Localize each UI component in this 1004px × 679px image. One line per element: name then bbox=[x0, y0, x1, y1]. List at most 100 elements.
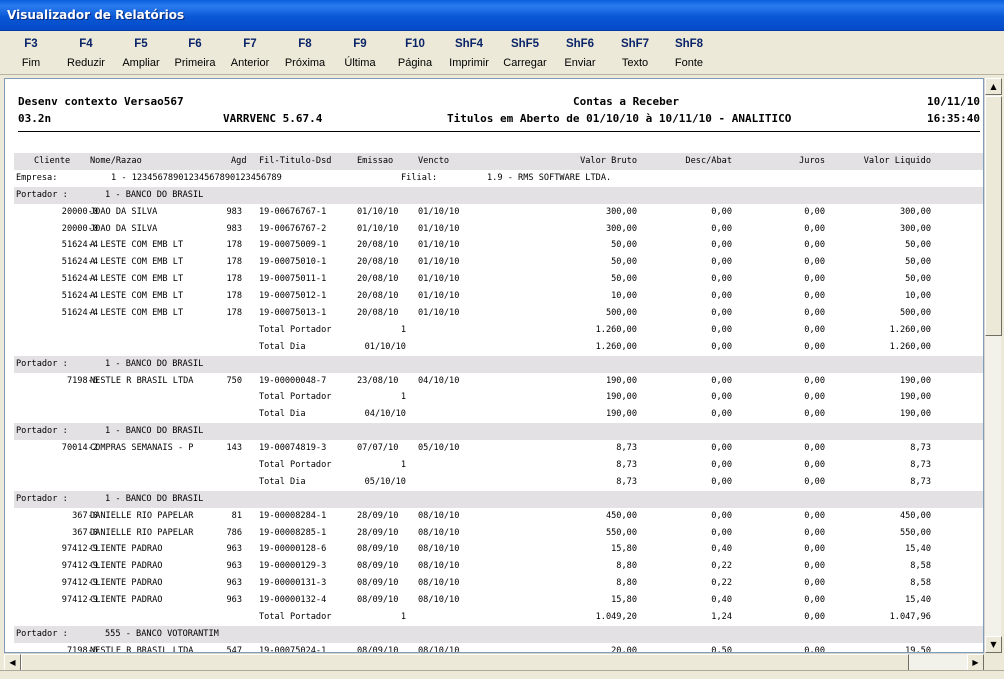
portador-group-row: Portador : 1 - BANCO DO BRASIL bbox=[14, 490, 983, 508]
report-time: 16:35:40 bbox=[927, 112, 980, 125]
table-row[interactable]: 51624-4 A LESTE COM EMB LT 178 19-00075010-… bbox=[14, 254, 983, 271]
scroll-down-button[interactable]: ▼ bbox=[985, 636, 1002, 653]
empresa-label: Empresa: bbox=[16, 172, 58, 183]
toolbar-button-enviar[interactable]: ShF6 Enviar bbox=[553, 37, 607, 71]
juros: 0,00 bbox=[804, 324, 825, 335]
toolbar-key: ShF6 bbox=[565, 38, 595, 50]
total-label: Total Portador bbox=[259, 460, 332, 471]
agd: 81 bbox=[231, 510, 242, 521]
toolbar-key: ShF7 bbox=[620, 38, 650, 50]
valor-liquido: 15,40 bbox=[905, 595, 931, 606]
emissao-date: 07/07/10 bbox=[357, 443, 399, 454]
table-row[interactable]: 97412-9 CLIENTE PADRAO 963 19-00000132-4 08/… bbox=[14, 592, 983, 609]
valor-liquido: 500,00 bbox=[899, 308, 931, 319]
table-row[interactable]: 20000-0 JOAO DA SILVA 983 19-00676767-2 01/1… bbox=[14, 221, 983, 238]
toolbar-button-ultima[interactable]: F9 Última bbox=[333, 37, 387, 71]
valor-liquido: 450,00 bbox=[899, 510, 931, 521]
table-row[interactable]: 97412-9 CLIENTE PADRAO 963 19-00000131-3 08/… bbox=[14, 575, 983, 592]
emissao-date: 28/09/10 bbox=[357, 527, 399, 538]
toolbar-button-proxima[interactable]: F8 Próxima bbox=[278, 37, 332, 71]
cliente-nome: COMPRAS SEMANAIS - P bbox=[90, 443, 194, 454]
portador-value: 1 - BANCO DO BRASIL bbox=[105, 426, 204, 437]
horizontal-scroll-thumb[interactable] bbox=[21, 654, 909, 671]
table-row[interactable]: 97412-9 CLIENTE PADRAO 963 19-00000128-6 08/… bbox=[14, 541, 983, 558]
total-row: Total Dia 04/10/10 190,00 0,00 0,00 190,00 bbox=[14, 406, 983, 423]
valor-bruto: 50,00 bbox=[611, 240, 637, 251]
report-viewport[interactable]: Desenv contexto Versao567 Contas a Receb… bbox=[4, 78, 984, 653]
toolbar-button-texto[interactable]: ShF7 Texto bbox=[608, 37, 662, 71]
col-desc: Desc/Abat bbox=[685, 156, 732, 166]
total-ref: 1 bbox=[400, 392, 406, 403]
table-row[interactable]: 70014-2 COMPRAS SEMANAIS - P 143 19-0007481… bbox=[14, 440, 983, 457]
emissao-date: 20/08/10 bbox=[357, 308, 399, 319]
cliente-nome: NESTLE R BRASIL LTDA bbox=[90, 645, 194, 653]
report-rows: Portador :1 - BANCO DO BRASIL 20000-0 JOAO… bbox=[14, 186, 983, 653]
juros: 0,00 bbox=[804, 561, 825, 572]
toolbar-button-imprimir[interactable]: ShF4 Imprimir bbox=[442, 37, 496, 71]
table-row[interactable]: 51624-4 A LESTE COM EMB LT 178 19-00075013-… bbox=[14, 305, 983, 322]
cliente-nome: DANIELLE RIO PAPELAR bbox=[90, 527, 194, 538]
valor-bruto: 10,00 bbox=[611, 291, 637, 302]
table-row[interactable]: 7198-6 NESTLE R BRASIL LTDA 750 19-00000048… bbox=[14, 373, 983, 390]
table-row[interactable]: 51624-4 A LESTE COM EMB LT 178 19-00075011-… bbox=[14, 271, 983, 288]
total-label: Total Portador bbox=[259, 324, 332, 335]
total-row: Total Portador 1 1.049,20 1,24 0,00 1.047,96 bbox=[14, 609, 983, 626]
table-row[interactable]: 367-0 DANIELLE RIO PAPELAR 786 19-00008285-… bbox=[14, 525, 983, 542]
toolbar-key: F10 bbox=[405, 38, 425, 50]
toolbar-button-ampliar[interactable]: F5 Ampliar bbox=[114, 37, 168, 71]
titulo: 19-00075012-1 bbox=[259, 291, 327, 302]
table-row[interactable]: 7198-6 NESTLE R BRASIL LTDA 547 19-00075024… bbox=[14, 643, 983, 653]
table-row[interactable]: 51624-4 A LESTE COM EMB LT 178 19-00075012-… bbox=[14, 288, 983, 305]
toolbar-key: ShF8 bbox=[674, 38, 704, 50]
col-emissao: Emissao bbox=[357, 156, 394, 166]
toolbar-label: Enviar bbox=[564, 57, 596, 69]
titulo: 19-00008285-1 bbox=[259, 527, 327, 538]
portador-label: Portador : bbox=[16, 189, 68, 200]
total-row: Total Portador 1 190,00 0,00 0,00 190,00 bbox=[14, 389, 983, 406]
table-row[interactable]: 97412-9 CLIENTE PADRAO 963 19-00000129-3 08/… bbox=[14, 558, 983, 575]
valor-liquido: 19,50 bbox=[905, 645, 931, 653]
vertical-scrollbar[interactable]: ▲ ▼ bbox=[984, 78, 1002, 653]
cliente-nome: A LESTE COM EMB LT bbox=[90, 240, 184, 251]
desc-abat: 0,40 bbox=[711, 544, 732, 555]
scroll-left-button[interactable]: ◀ bbox=[4, 654, 21, 671]
table-row[interactable]: 51624-4 A LESTE COM EMB LT 178 19-00075009-… bbox=[14, 237, 983, 254]
agd: 178 bbox=[226, 308, 242, 319]
valor-liquido: 1.047,96 bbox=[889, 612, 931, 623]
scroll-right-button[interactable]: ▶ bbox=[967, 654, 984, 671]
toolbar-key: F9 bbox=[353, 38, 367, 50]
cliente-nome: CLIENTE PADRAO bbox=[90, 544, 163, 555]
toolbar-button-carregar[interactable]: ShF5 Carregar bbox=[498, 37, 552, 71]
desc-abat: 0,00 bbox=[711, 341, 732, 352]
total-row: Total Portador 1 1.260,00 0,00 0,00 1.260,00 bbox=[14, 322, 983, 339]
valor-bruto: 8,73 bbox=[616, 443, 637, 454]
vencto-date: 08/10/10 bbox=[418, 578, 460, 589]
valor-bruto: 190,00 bbox=[605, 392, 637, 403]
toolbar-label: Fim bbox=[21, 57, 41, 69]
toolbar-button-anterior[interactable]: F7 Anterior bbox=[223, 37, 277, 71]
toolbar-button-fim[interactable]: F3 Fim bbox=[4, 37, 58, 71]
table-row[interactable]: 20000-0 JOAO DA SILVA 983 19-00676767-1 01/1… bbox=[14, 204, 983, 221]
toolbar-button-pagina[interactable]: F10 Página bbox=[388, 37, 442, 71]
portador-value: 555 - BANCO VOTORANTIM bbox=[105, 628, 219, 639]
vertical-scroll-thumb[interactable] bbox=[985, 96, 1002, 336]
horizontal-scrollbar[interactable]: ◀ ▶ bbox=[4, 653, 984, 671]
portador-value: 1 - BANCO DO BRASIL bbox=[105, 358, 204, 369]
valor-bruto: 15,80 bbox=[611, 595, 637, 606]
titulo: 19-00075024-1 bbox=[259, 645, 327, 653]
toolbar-label: Imprimir bbox=[449, 57, 489, 69]
table-row[interactable]: 367-0 DANIELLE RIO PAPELAR 81 19-00008284-1… bbox=[14, 508, 983, 525]
toolbar-button-fonte[interactable]: ShF8 Fonte bbox=[662, 37, 716, 71]
report-subtitle: Titulos em Aberto de 01/10/10 à 10/11/10… bbox=[447, 112, 792, 125]
total-label: Total Dia bbox=[259, 341, 306, 352]
emissao-date: 08/09/10 bbox=[357, 645, 399, 653]
scroll-up-button[interactable]: ▲ bbox=[985, 78, 1002, 95]
valor-liquido: 8,73 bbox=[910, 476, 931, 487]
titulo: 19-00000048-7 bbox=[259, 375, 327, 386]
toolbar-button-primeira[interactable]: F6 Primeira bbox=[168, 37, 222, 71]
title-bar[interactable]: Visualizador de Relatórios bbox=[0, 0, 1004, 31]
cliente-nome: A LESTE COM EMB LT bbox=[90, 291, 184, 302]
toolbar-label: Fonte bbox=[674, 57, 704, 69]
toolbar-button-reduzir[interactable]: F4 Reduzir bbox=[59, 37, 113, 71]
cliente-nome: CLIENTE PADRAO bbox=[90, 561, 163, 572]
